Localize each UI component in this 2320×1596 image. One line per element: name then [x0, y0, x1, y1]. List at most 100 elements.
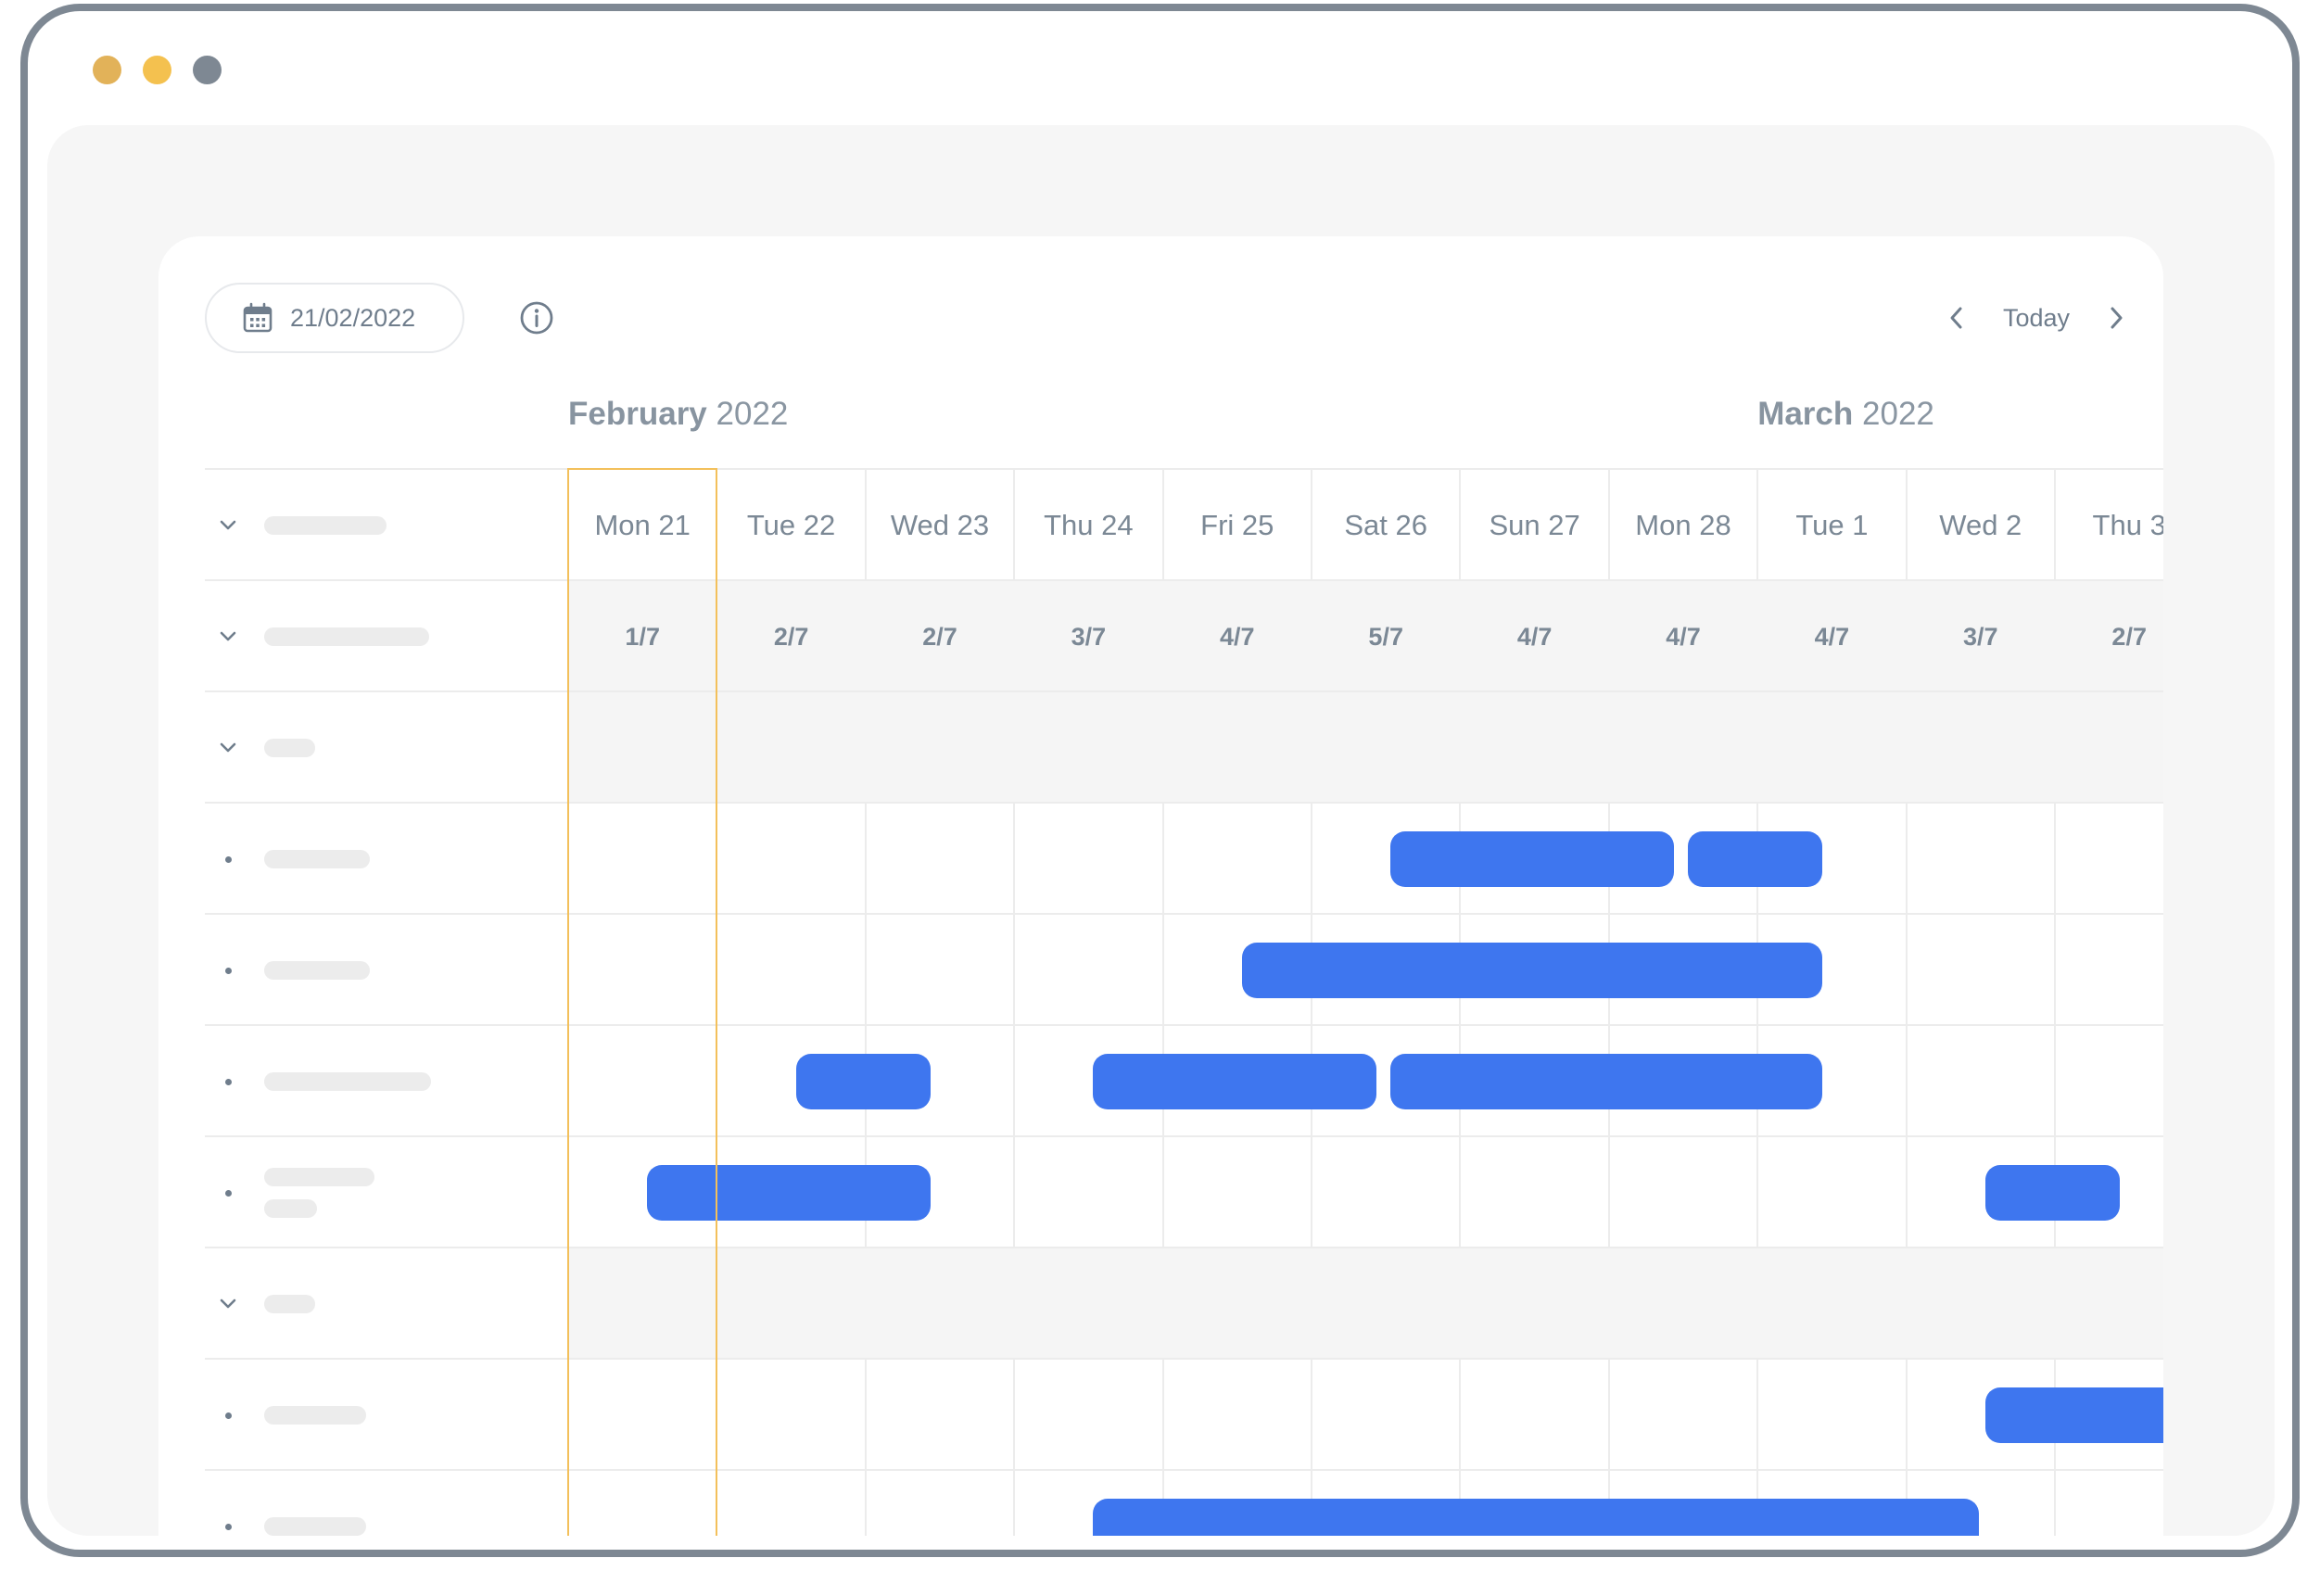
capacity-value: 3/7 [1963, 622, 1998, 651]
label-placeholder [264, 516, 387, 535]
window-close-button[interactable] [93, 56, 121, 84]
label-placeholder [264, 1072, 431, 1091]
expand-toggle[interactable] [216, 1292, 240, 1316]
bullet-icon [216, 1078, 240, 1085]
date-value: 21/02/2022 [290, 303, 416, 332]
capacity-row: 1/7 2/7 2/7 3/7 4/7 5/7 4/7 4/7 4/7 3/7 2/7 [205, 579, 2163, 692]
bullet-icon [216, 967, 240, 974]
chevron-down-icon [220, 520, 236, 530]
row-cells [568, 1137, 2163, 1248]
row-cells [568, 692, 2163, 804]
app-content-area: 21/02/2022 Today February 2022 March 202… [47, 125, 2275, 1536]
label-placeholder [264, 961, 370, 980]
row-label [205, 915, 568, 1026]
row-label [205, 470, 568, 581]
date-navigation: Today [1938, 294, 2135, 342]
day-header[interactable]: Thu 24 [1014, 470, 1162, 581]
item-row[interactable] [205, 913, 2163, 1024]
day-header[interactable]: Tue 1 [1757, 470, 1906, 581]
chevron-down-icon [220, 742, 236, 753]
label-placeholder [264, 1295, 315, 1313]
label-placeholder [264, 850, 370, 868]
day-header[interactable]: Sat 26 [1312, 470, 1460, 581]
month-year: 2022 [716, 396, 789, 432]
timeline-grid: Mon 21 Tue 22 Wed 23 Thu 24 Fri 25 Sat 26 Sun … [205, 468, 2163, 1536]
schedule-bar[interactable] [1984, 1387, 2163, 1443]
schedule-card: 21/02/2022 Today February 2022 March 202… [158, 236, 2163, 1536]
row-label [205, 804, 568, 915]
capacity-value: 2/7 [2111, 622, 2147, 651]
row-label [205, 1471, 568, 1536]
label-placeholder [264, 1168, 374, 1218]
capacity-value: 5/7 [1368, 622, 1403, 651]
item-row[interactable] [205, 1135, 2163, 1247]
schedule-bar[interactable] [1093, 1054, 1377, 1109]
item-row[interactable] [205, 802, 2163, 913]
next-button[interactable] [2098, 294, 2135, 342]
label-placeholder [264, 1517, 366, 1536]
label-placeholder [264, 739, 315, 757]
bullet-icon [216, 1523, 240, 1530]
row-cells: 1/7 2/7 2/7 3/7 4/7 5/7 4/7 4/7 4/7 3/7 2/7 [568, 581, 2163, 692]
chevron-right-icon [2111, 307, 2123, 329]
row-label [205, 1360, 568, 1471]
day-header[interactable]: Fri 25 [1163, 470, 1312, 581]
capacity-value: 3/7 [1071, 622, 1107, 651]
day-header[interactable]: Thu 3 [2055, 470, 2163, 581]
capacity-value: 4/7 [1220, 622, 1255, 651]
app-window: 21/02/2022 Today February 2022 March 202… [20, 4, 2300, 1557]
window-zoom-button[interactable] [193, 56, 222, 84]
item-row[interactable] [205, 1469, 2163, 1536]
item-row[interactable] [205, 1024, 2163, 1135]
bullet-icon [216, 1189, 240, 1197]
row-cells [568, 1248, 2163, 1360]
month-name: February [568, 396, 707, 432]
item-row[interactable] [205, 1358, 2163, 1469]
month-name: March [1757, 396, 1854, 432]
schedule-bar[interactable] [1390, 831, 1674, 887]
row-cells [568, 804, 2163, 915]
schedule-bar[interactable] [795, 1054, 931, 1109]
calendar-icon [243, 302, 273, 333]
expand-toggle[interactable] [216, 625, 240, 649]
row-cells: Mon 21 Tue 22 Wed 23 Thu 24 Fri 25 Sat 26 Sun … [568, 470, 2163, 581]
previous-button[interactable] [1938, 294, 1975, 342]
schedule-bar[interactable] [1241, 943, 1823, 998]
schedule-bar[interactable] [1984, 1165, 2121, 1221]
capacity-value: 4/7 [1814, 622, 1850, 651]
row-cells [568, 1026, 2163, 1137]
schedule-bar[interactable] [1093, 1499, 1979, 1536]
day-header[interactable]: Wed 2 [1907, 470, 2055, 581]
row-label [205, 1137, 568, 1248]
chevron-down-icon [220, 631, 236, 641]
capacity-value: 1/7 [625, 622, 660, 651]
day-header[interactable]: Wed 23 [866, 470, 1014, 581]
capacity-value: 2/7 [922, 622, 957, 651]
day-header[interactable]: Mon 28 [1609, 470, 1757, 581]
expand-toggle[interactable] [216, 513, 240, 538]
chevron-down-icon [220, 1298, 236, 1309]
expand-toggle[interactable] [216, 736, 240, 760]
day-header[interactable]: Sun 27 [1460, 470, 1608, 581]
today-button[interactable]: Today [1975, 304, 2098, 333]
bullet-icon [216, 855, 240, 863]
row-label [205, 1026, 568, 1137]
row-cells [568, 1471, 2163, 1536]
label-placeholder [264, 627, 429, 646]
window-minimize-button[interactable] [143, 56, 171, 84]
schedule-bar[interactable] [1688, 831, 1823, 887]
group-row [205, 1247, 2163, 1360]
info-icon[interactable] [518, 299, 555, 336]
row-label [205, 692, 568, 804]
schedule-bar[interactable] [1390, 1054, 1823, 1109]
day-header[interactable]: Tue 22 [716, 470, 865, 581]
schedule-bar[interactable] [647, 1165, 931, 1221]
day-header[interactable]: Mon 21 [568, 470, 716, 581]
label-placeholder [264, 1406, 366, 1425]
month-year: 2022 [1862, 396, 1934, 432]
date-picker-button[interactable]: 21/02/2022 [205, 283, 464, 353]
month-label: March 2022 [1757, 396, 1934, 433]
day-header-row: Mon 21 Tue 22 Wed 23 Thu 24 Fri 25 Sat 26 Sun … [205, 468, 2163, 579]
month-label: February 2022 [568, 396, 788, 433]
row-label [205, 581, 568, 692]
